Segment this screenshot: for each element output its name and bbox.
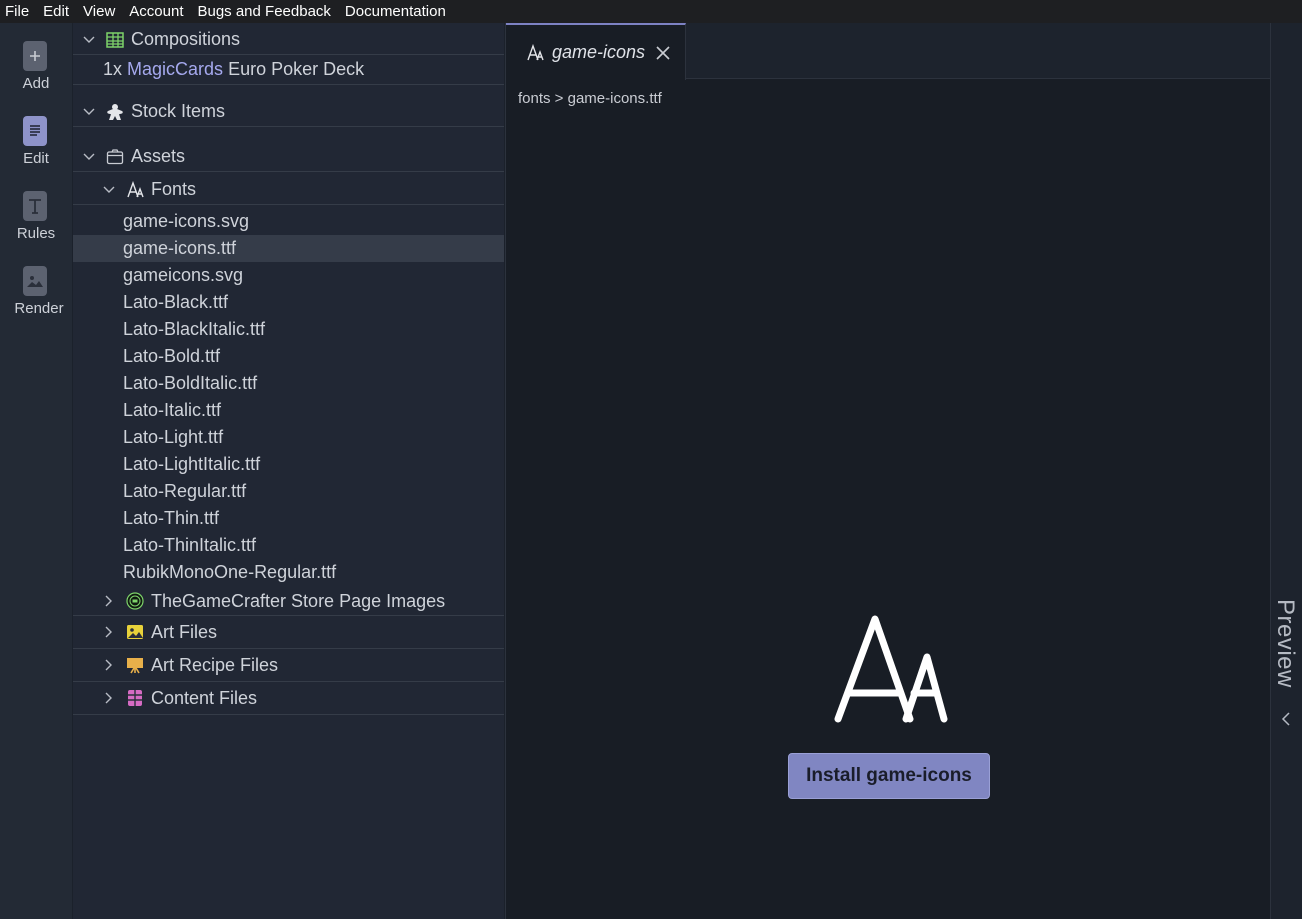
menu-view[interactable]: View: [77, 0, 123, 23]
composition-item[interactable]: 1x MagicCards Euro Poker Deck: [73, 55, 504, 85]
install-font-button[interactable]: Install game-icons: [788, 753, 990, 799]
chevron-right-icon: [102, 658, 116, 672]
font-file-item[interactable]: Lato-Thin.ttf: [73, 505, 504, 532]
folder-label: Content Files: [151, 687, 258, 708]
breadcrumb: fonts > game-icons.ttf: [518, 90, 662, 107]
activity-rules[interactable]: Rules: [0, 185, 72, 255]
folder-label: TheGameCrafter Store Page Images: [151, 590, 446, 611]
chevron-down-icon: [82, 105, 96, 119]
font-file-item[interactable]: RubikMonoOne-Regular.ttf: [73, 559, 504, 586]
folder-label: Art Recipe Files: [151, 654, 279, 675]
folder-fonts[interactable]: Fonts: [73, 175, 504, 205]
activity-add-label: Add: [22, 75, 50, 92]
composition-count: 1x: [103, 59, 123, 79]
font-file-label: Lato-Black.ttf: [123, 292, 229, 312]
table-grid-icon: [106, 31, 124, 49]
chevron-left-icon[interactable]: [1279, 711, 1293, 727]
preview-label: Preview: [1272, 599, 1299, 688]
chevron-right-icon: [102, 691, 116, 705]
document-icon: [23, 116, 47, 146]
spreadsheet-icon: [126, 689, 144, 707]
font-file-item[interactable]: Lato-Black.ttf: [73, 289, 504, 316]
close-icon[interactable]: [655, 45, 671, 61]
font-file-label: Lato-Regular.ttf: [123, 481, 247, 501]
menu-bar: File Edit View Account Bugs and Feedback…: [0, 0, 1302, 23]
chevron-right-icon: [102, 625, 116, 639]
activity-edit-label: Edit: [23, 150, 49, 167]
font-file-item[interactable]: Lato-ThinItalic.ttf: [73, 532, 504, 559]
folder-content-files[interactable]: Content Files: [73, 682, 504, 715]
chevron-right-icon: [102, 594, 116, 608]
editor-area: game-icons fonts > game-icons.ttf Instal…: [505, 23, 1271, 919]
section-assets-label: Assets: [131, 146, 186, 166]
composition-brand-link[interactable]: MagicCards: [127, 59, 223, 80]
font-file-label: game-icons.svg: [123, 211, 250, 231]
picture-icon: [126, 623, 144, 641]
font-file-item[interactable]: gameicons.svg: [73, 262, 504, 289]
activity-add[interactable]: Add: [0, 35, 72, 105]
menu-bugs-feedback[interactable]: Bugs and Feedback: [191, 0, 338, 23]
activity-bar: Add Edit Rules Render: [0, 23, 72, 919]
font-file-item[interactable]: Lato-Italic.ttf: [73, 397, 504, 424]
font-file-label: RubikMonoOne-Regular.ttf: [123, 562, 337, 582]
folder-store-page-images[interactable]: TheGameCrafter Store Page Images: [73, 587, 504, 616]
font-file-item-selected[interactable]: game-icons.ttf: [73, 235, 504, 262]
font-file-label: Lato-ThinItalic.ttf: [123, 535, 257, 555]
font-icon: [126, 180, 144, 199]
composition-name: Euro Poker Deck: [228, 59, 365, 79]
tab-bar: game-icons: [506, 23, 1271, 80]
chevron-down-icon: [102, 183, 116, 197]
section-compositions[interactable]: Compositions: [73, 25, 504, 55]
tab-game-icons[interactable]: game-icons: [506, 23, 686, 80]
section-stock-items-label: Stock Items: [131, 101, 226, 121]
folder-fonts-label: Fonts: [151, 179, 197, 199]
font-file-item[interactable]: game-icons.svg: [73, 208, 504, 235]
easel-icon: [126, 656, 144, 674]
font-file-label: Lato-Thin.ttf: [123, 508, 220, 528]
folder-art-recipe-files[interactable]: Art Recipe Files: [73, 649, 504, 682]
font-file-item[interactable]: Lato-Bold.ttf: [73, 343, 504, 370]
gamecrafter-logo-icon: [126, 592, 144, 610]
activity-edit[interactable]: Edit: [0, 110, 72, 180]
font-icon: [526, 43, 544, 62]
font-file-item[interactable]: Lato-BoldItalic.ttf: [73, 370, 504, 397]
font-file-label: game-icons.ttf: [123, 238, 237, 258]
menu-edit[interactable]: Edit: [37, 0, 77, 23]
font-file-item[interactable]: Lato-BlackItalic.ttf: [73, 316, 504, 343]
folder-label: Art Files: [151, 621, 218, 642]
font-file-item[interactable]: Lato-Regular.ttf: [73, 478, 504, 505]
font-file-label: Lato-Italic.ttf: [123, 400, 222, 420]
font-file-item[interactable]: Lato-LightItalic.ttf: [73, 451, 504, 478]
activity-render[interactable]: Render: [0, 260, 72, 330]
folder-art-files[interactable]: Art Files: [73, 616, 504, 649]
section-stock-items[interactable]: Stock Items: [73, 97, 504, 127]
font-file-label: Lato-BoldItalic.ttf: [123, 373, 258, 393]
section-compositions-label: Compositions: [131, 29, 241, 49]
tab-label: game-icons: [552, 42, 646, 62]
section-assets[interactable]: Assets: [73, 142, 504, 172]
menu-documentation[interactable]: Documentation: [339, 0, 454, 23]
activity-rules-label: Rules: [16, 225, 56, 242]
menu-account[interactable]: Account: [123, 0, 191, 23]
meeple-icon: [106, 103, 124, 121]
chevron-down-icon: [82, 150, 96, 164]
font-file-label: Lato-BlackItalic.ttf: [123, 319, 266, 339]
font-file-label: gameicons.svg: [123, 265, 244, 285]
chevron-down-icon: [82, 33, 96, 47]
preview-panel[interactable]: Preview: [1270, 23, 1302, 919]
font-file-label: Lato-Light.ttf: [123, 427, 224, 447]
text-icon: [23, 191, 47, 221]
font-file-label: Lato-LightItalic.ttf: [123, 454, 261, 474]
box-icon: [106, 148, 124, 166]
plus-icon: [23, 41, 47, 71]
image-icon: [23, 266, 47, 296]
font-file-item[interactable]: Lato-Light.ttf: [73, 424, 504, 451]
explorer-panel: Compositions 1x MagicCards Euro Poker De…: [73, 23, 504, 919]
activity-render-label: Render: [14, 300, 64, 317]
font-file-label: Lato-Bold.ttf: [123, 346, 221, 366]
font-preview-icon: [832, 613, 948, 729]
menu-file[interactable]: File: [0, 0, 37, 23]
